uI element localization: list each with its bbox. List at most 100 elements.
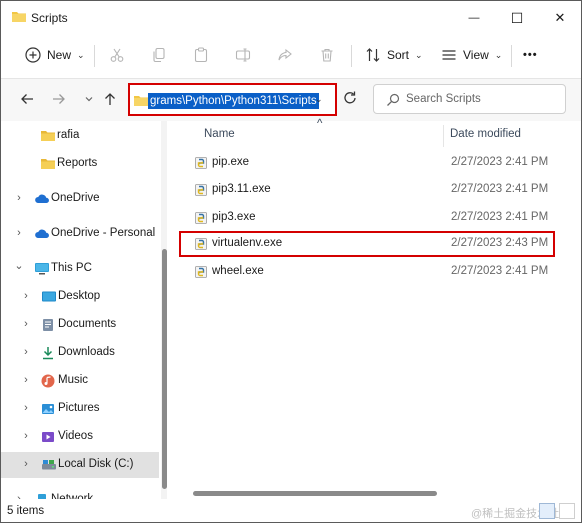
view-icon xyxy=(442,50,456,60)
sidebar-item-label: OneDrive xyxy=(51,192,100,204)
sort-button[interactable]: Sort ⌄ xyxy=(365,35,423,75)
chevron-right-icon[interactable]: › xyxy=(21,290,31,302)
sidebar-item-this-pc[interactable]: ⌄ This PC xyxy=(1,256,159,282)
file-row[interactable]: pip3.11.exe 2/27/2023 2:41 PM xyxy=(179,177,555,203)
computer-icon xyxy=(34,262,49,275)
chevron-down-icon[interactable]: ⌄ xyxy=(14,259,24,272)
cut-button[interactable] xyxy=(109,35,125,75)
pictures-icon xyxy=(41,402,55,415)
sidebar-item-downloads[interactable]: › Downloads xyxy=(1,340,159,366)
sidebar-item-videos[interactable]: › Videos xyxy=(1,424,159,450)
chevron-right-icon[interactable]: › xyxy=(21,458,31,470)
clipboard-icon xyxy=(194,47,208,63)
documents-icon xyxy=(41,318,55,331)
cloud-icon xyxy=(34,227,49,240)
python-exe-icon xyxy=(194,183,208,197)
file-date-modified: 2/27/2023 2:41 PM xyxy=(451,211,549,223)
new-label: New xyxy=(47,48,72,62)
file-name: pip3.exe xyxy=(212,211,256,223)
chevron-right-icon[interactable]: › xyxy=(21,374,31,386)
chevron-down-icon: ⌄ xyxy=(494,49,503,60)
address-bar[interactable]: grams\Python\Python311\Scripts ⌄ xyxy=(128,83,337,116)
arrow-right-icon xyxy=(53,94,65,104)
column-header-name[interactable]: Name xyxy=(204,128,235,140)
column-divider[interactable] xyxy=(443,125,444,147)
address-path[interactable]: grams\Python\Python311\Scripts xyxy=(148,93,319,109)
sidebar-item-label: Pictures xyxy=(58,402,100,414)
new-button[interactable]: New ⌄ xyxy=(25,35,85,75)
cloud-icon xyxy=(34,192,49,205)
file-row[interactable]: wheel.exe 2/27/2023 2:41 PM xyxy=(179,259,555,285)
details-view-button[interactable] xyxy=(539,503,555,519)
sidebar-item-music[interactable]: › Music xyxy=(1,368,159,394)
chevron-right-icon[interactable]: › xyxy=(21,318,31,330)
file-name: wheel.exe xyxy=(212,265,264,277)
sidebar-item-label: rafia xyxy=(57,129,80,141)
watermark: @稀土掘金技术社区 xyxy=(471,508,571,520)
music-icon xyxy=(41,374,55,388)
file-date-modified: 2/27/2023 2:43 PM xyxy=(451,237,549,249)
sidebar-item-documents[interactable]: › Documents xyxy=(1,312,159,338)
folder-icon xyxy=(12,12,26,22)
sidebar-item-reports[interactable]: Reports xyxy=(1,151,159,177)
file-row[interactable]: pip3.exe 2/27/2023 2:41 PM xyxy=(179,205,555,231)
chevron-down-icon[interactable]: ⌄ xyxy=(315,94,323,105)
close-button[interactable]: ✕ xyxy=(540,5,580,31)
search-box[interactable] xyxy=(373,84,566,114)
share-icon xyxy=(278,48,292,61)
title-bar: Scripts — ☐ ✕ xyxy=(1,1,581,35)
sidebar-item-onedrive[interactable]: › OneDrive xyxy=(1,186,159,212)
chevron-right-icon[interactable]: › xyxy=(14,227,24,239)
sidebar-item-label: Reports xyxy=(57,157,98,169)
sidebar-item-pictures[interactable]: › Pictures xyxy=(1,396,159,422)
sidebar-item-rafia[interactable]: rafia xyxy=(1,123,159,149)
file-row[interactable]: pip.exe 2/27/2023 2:41 PM xyxy=(179,150,555,176)
maximize-button[interactable]: ☐ xyxy=(497,5,537,31)
sidebar-item-network[interactable]: › Network xyxy=(1,487,159,499)
file-row[interactable]: virtualenv.exe 2/27/2023 2:43 PM xyxy=(179,231,555,257)
sidebar-item-label: Documents xyxy=(58,318,117,330)
explorer-window: Scripts — ☐ ✕ New ⌄ Sort ⌄ View ⌄ ••• gr… xyxy=(0,0,582,523)
chevron-right-icon[interactable]: › xyxy=(21,346,31,358)
item-count: 5 items xyxy=(7,505,45,517)
file-date-modified: 2/27/2023 2:41 PM xyxy=(451,183,549,195)
up-button[interactable] xyxy=(98,87,122,111)
sidebar-item-label: OneDrive - Personal xyxy=(51,227,156,239)
videos-icon xyxy=(41,430,55,443)
chevron-right-icon[interactable]: › xyxy=(21,402,31,414)
sidebar-item-local-disk-c[interactable]: › Local Disk (C:) xyxy=(1,452,159,478)
file-name: pip3.11.exe xyxy=(212,183,271,195)
sidebar-item-onedrive-personal[interactable]: › OneDrive - Personal xyxy=(1,221,159,247)
window-title: Scripts xyxy=(31,11,68,25)
minimize-button[interactable]: — xyxy=(454,5,494,31)
drive-icon xyxy=(41,458,56,471)
view-button[interactable]: View ⌄ xyxy=(441,35,502,75)
horizontal-scrollbar[interactable] xyxy=(193,491,437,496)
back-button[interactable] xyxy=(15,87,39,111)
sidebar-item-label: Downloads xyxy=(58,346,115,358)
share-button[interactable] xyxy=(277,35,293,75)
sort-chevron-icon: ^ xyxy=(317,118,323,130)
chevron-right-icon[interactable]: › xyxy=(14,192,24,204)
sort-icon xyxy=(366,48,380,62)
forward-button[interactable] xyxy=(47,87,71,111)
copy-icon xyxy=(153,47,165,63)
search-icon xyxy=(387,93,400,106)
paste-button[interactable] xyxy=(193,35,209,75)
more-icon: ••• xyxy=(523,49,538,61)
rename-button[interactable] xyxy=(235,35,251,75)
downloads-icon xyxy=(41,346,55,360)
column-header-date-modified[interactable]: Date modified xyxy=(450,128,521,140)
search-input[interactable] xyxy=(406,91,556,107)
refresh-icon[interactable] xyxy=(341,89,359,107)
copy-button[interactable] xyxy=(151,35,167,75)
python-exe-icon xyxy=(194,156,208,170)
chevron-right-icon[interactable]: › xyxy=(21,430,31,442)
chevron-down-icon xyxy=(85,97,93,102)
python-exe-icon xyxy=(194,265,208,279)
more-options-button[interactable]: ••• xyxy=(523,35,538,75)
minimize-icon: — xyxy=(468,12,480,24)
delete-button[interactable] xyxy=(319,35,335,75)
sidebar-item-desktop[interactable]: › Desktop xyxy=(1,284,159,310)
tiles-view-button[interactable] xyxy=(559,503,575,519)
